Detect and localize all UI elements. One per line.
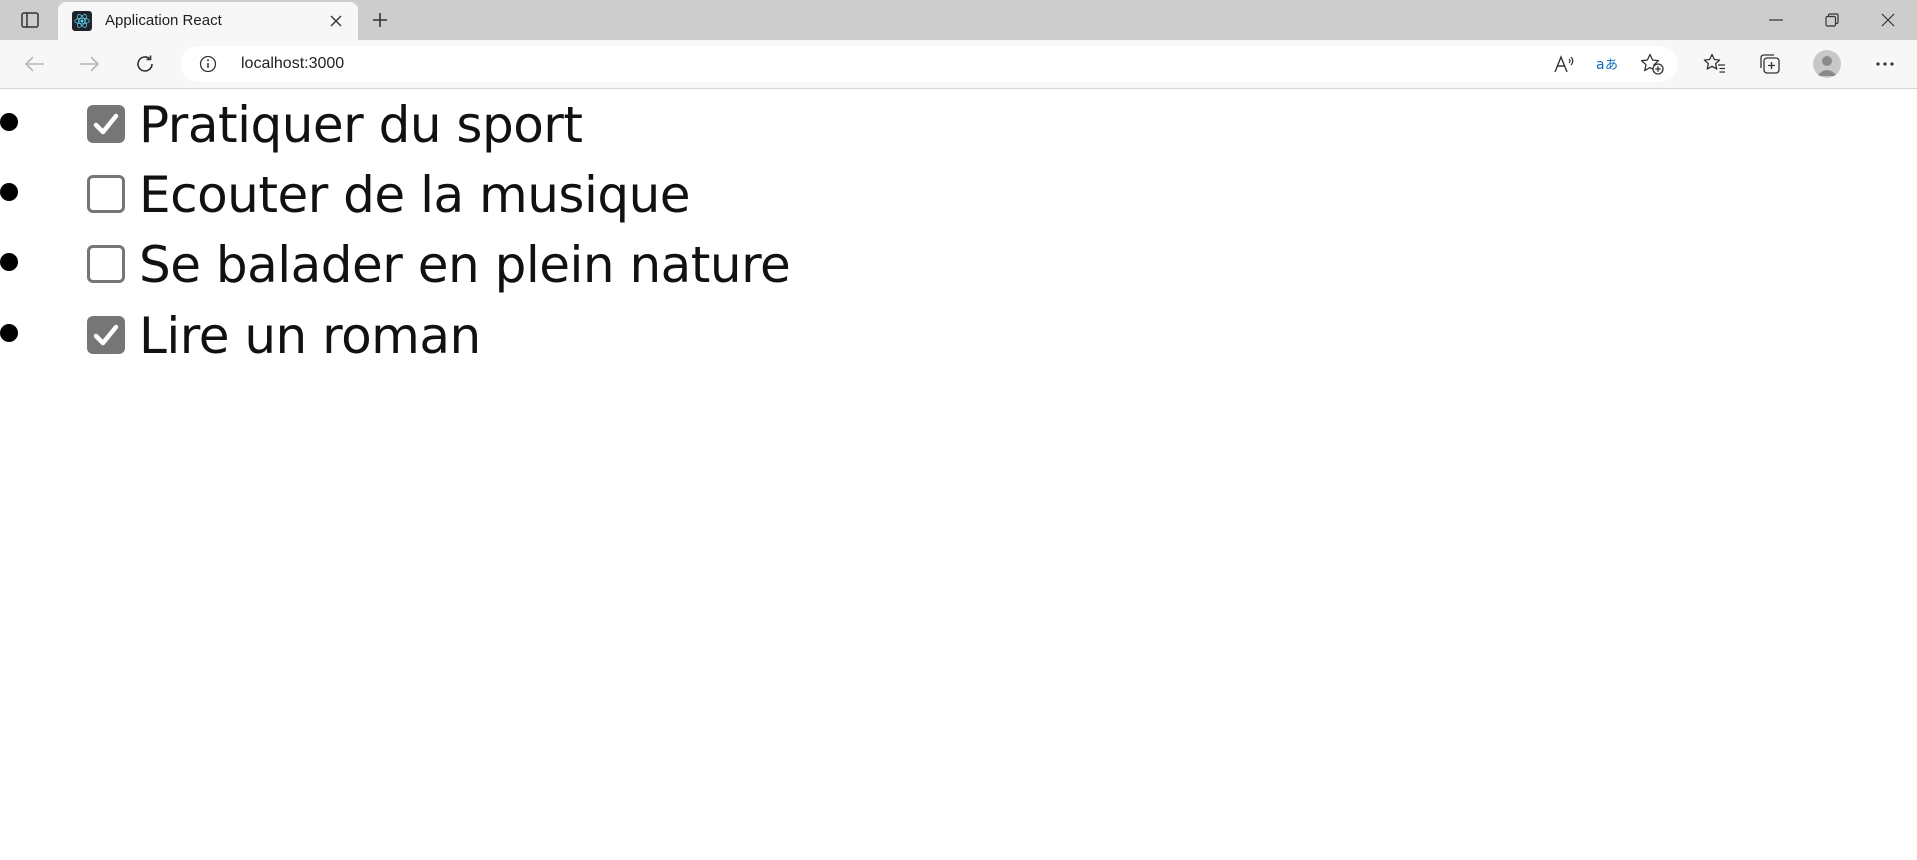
close-tab-button[interactable] — [326, 11, 346, 31]
star-add-icon — [1640, 53, 1664, 75]
minimize-icon — [1769, 19, 1783, 21]
refresh-icon — [137, 55, 153, 72]
close-icon — [330, 15, 342, 27]
list-item: Ecouter de la musique — [0, 159, 900, 229]
more-icon — [1876, 62, 1894, 66]
address-bar[interactable]: localhost:3000 a あ — [180, 46, 1678, 82]
bullet-icon — [0, 113, 18, 131]
close-icon — [1881, 13, 1895, 27]
translate-icon: a あ — [1596, 57, 1618, 73]
bullet-icon — [0, 253, 18, 271]
add-favorite-button[interactable] — [1639, 52, 1665, 76]
read-aloud-button[interactable] — [1551, 52, 1577, 76]
tab-actions-icon — [21, 12, 39, 28]
svg-text:a: a — [1596, 57, 1605, 73]
favorites-icon — [1703, 53, 1725, 73]
arrow-left-icon — [25, 56, 44, 72]
collections-button[interactable] — [1755, 50, 1785, 78]
hobby-checkbox[interactable] — [87, 105, 125, 143]
hobby-checkbox[interactable] — [87, 245, 125, 283]
hobby-label: Se balader en plein nature — [139, 236, 791, 294]
browser-toolbar: localhost:3000 a あ — [0, 40, 1917, 89]
page-content: Pratiquer du sport Ecouter de la musique… — [0, 89, 1917, 860]
collections-icon — [1760, 54, 1780, 74]
url-text: localhost:3000 — [241, 55, 345, 72]
hobby-checkbox[interactable] — [87, 175, 125, 213]
restore-button[interactable] — [1804, 0, 1860, 40]
tab-actions-button[interactable] — [14, 7, 46, 33]
info-icon — [199, 55, 217, 73]
plus-icon — [373, 13, 387, 27]
refresh-button[interactable] — [130, 50, 160, 78]
tab-title: Application React — [105, 12, 222, 29]
forward-button[interactable] — [74, 50, 104, 78]
new-tab-button[interactable] — [366, 7, 394, 33]
favorites-button[interactable] — [1700, 50, 1730, 78]
back-button[interactable] — [20, 50, 50, 78]
read-aloud-icon — [1554, 55, 1574, 73]
arrow-right-icon — [80, 56, 99, 72]
list-item: Lire un roman — [0, 300, 900, 370]
list-item: Pratiquer du sport — [0, 89, 900, 159]
hobby-checkbox[interactable] — [87, 316, 125, 354]
hobby-label: Ecouter de la musique — [139, 166, 691, 224]
minimize-button[interactable] — [1748, 0, 1804, 40]
svg-text:あ: あ — [1605, 58, 1618, 73]
browser-tab[interactable]: Application React — [58, 2, 358, 40]
hobby-label: Pratiquer du sport — [139, 96, 583, 154]
tab-strip: Application React — [0, 0, 1917, 40]
bullet-icon — [0, 183, 18, 201]
list-item: Se balader en plein nature — [0, 229, 900, 299]
more-button[interactable] — [1870, 50, 1900, 78]
translate-button[interactable]: a あ — [1595, 52, 1621, 76]
checkmark-icon — [93, 113, 119, 135]
react-logo-icon — [72, 11, 92, 31]
hobby-label: Lire un roman — [139, 307, 481, 365]
site-info-button[interactable] — [198, 54, 218, 74]
restore-icon — [1825, 13, 1839, 27]
avatar[interactable] — [1813, 50, 1841, 78]
close-window-button[interactable] — [1860, 0, 1916, 40]
bullet-icon — [0, 324, 18, 342]
checkmark-icon — [93, 324, 119, 346]
